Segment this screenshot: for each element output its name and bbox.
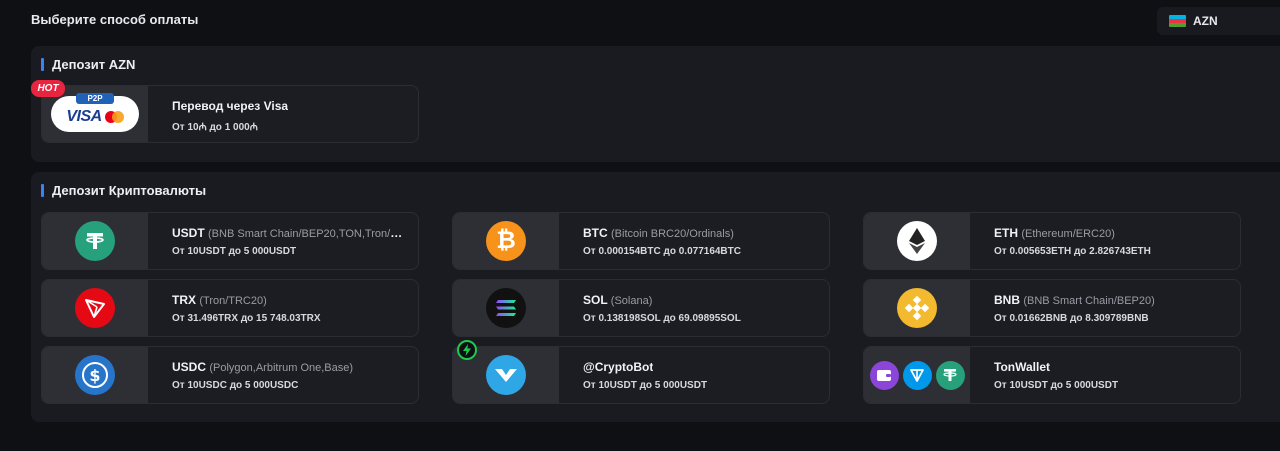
section-marker xyxy=(41,184,44,197)
trx-icon xyxy=(75,288,115,328)
method-name: USDC (Polygon,Arbitrum One,Base) xyxy=(172,360,354,374)
method-name: SOL (Solana) xyxy=(583,293,653,307)
method-icon-zone xyxy=(864,347,970,403)
cryptobot-icon xyxy=(486,355,526,395)
payment-method-sol[interactable]: SOL (Solana) От 0.138198SOL до 69.09895S… xyxy=(452,279,830,337)
method-limits: От 0.138198SOL до 69.09895SOL xyxy=(583,313,741,324)
method-name: @CryptoBot xyxy=(583,360,654,374)
payment-method-bnb[interactable]: BNB (BNB Smart Chain/BEP20) От 0.01662BN… xyxy=(863,279,1241,337)
method-name: TRX (Tron/TRC20) xyxy=(172,293,267,307)
section-marker xyxy=(41,58,44,71)
section-title: Депозит Криптовалюты xyxy=(41,183,206,198)
payment-method-btc[interactable]: ₿ BTC (Bitcoin BRC20/Ordinals) От 0.0001… xyxy=(452,212,830,270)
method-limits: От 0.000154BTC до 0.077164BTC xyxy=(583,246,741,257)
mastercard-icon xyxy=(104,111,124,123)
method-icon-zone xyxy=(864,213,970,269)
ton-icon xyxy=(902,360,932,390)
method-icon-zone xyxy=(42,280,148,336)
method-limits: От 0.005653ETH до 2.826743ETH xyxy=(994,246,1151,257)
section-title: Депозит AZN xyxy=(41,57,135,72)
usdc-icon: $ xyxy=(75,355,115,395)
bnb-icon xyxy=(897,288,937,328)
method-limits: От 10₼ до 1 000₼ xyxy=(172,122,258,133)
method-name: BNB (BNB Smart Chain/BEP20) xyxy=(994,293,1155,307)
usdt-icon xyxy=(75,221,115,261)
method-icon-zone xyxy=(42,213,148,269)
lightning-icon xyxy=(457,340,477,360)
payment-method-visa[interactable]: HOT P2P VISA Перевод через Visa От 10₼ д… xyxy=(31,80,419,143)
svg-text:$: $ xyxy=(89,366,100,385)
usdt-small-icon xyxy=(935,360,965,390)
method-limits: От 0.01662BNB до 8.309789BNB xyxy=(994,313,1149,324)
visa-mastercard-logo-icon: P2P VISA xyxy=(51,93,139,132)
currency-label: AZN xyxy=(1193,14,1218,28)
section-title-text: Депозит Криптовалюты xyxy=(52,183,207,198)
tonwallet-icons xyxy=(869,360,965,390)
method-name: TonWallet xyxy=(994,360,1050,374)
wallet-icon xyxy=(869,360,899,390)
method-limits: От 31.496TRX до 15 748.03TRX xyxy=(172,313,321,324)
visa-logo-text: VISA xyxy=(66,108,102,125)
method-name: USDT (BNB Smart Chain/BEP20,TON,Tron/TRC… xyxy=(172,226,408,240)
page-title: Выберите способ оплаты xyxy=(31,12,199,27)
method-limits: От 10USDT до 5 000USDT xyxy=(994,380,1119,391)
method-icon-zone xyxy=(864,280,970,336)
method-limits: От 10USDT до 5 000USDT xyxy=(172,246,297,257)
method-name: BTC (Bitcoin BRC20/Ordinals) xyxy=(583,226,734,240)
payment-method-usdt[interactable]: USDT (BNB Smart Chain/BEP20,TON,Tron/TRC… xyxy=(41,212,419,270)
section-title-text: Депозит AZN xyxy=(52,57,136,72)
method-icon-zone xyxy=(453,280,559,336)
payment-method-tonwallet[interactable]: TonWallet От 10USDT до 5 000USDT xyxy=(863,346,1241,404)
eth-icon xyxy=(897,221,937,261)
crypto-deposit-section: Депозит Криптовалюты USDT (BNB Smart Cha… xyxy=(31,172,1280,422)
payment-method-eth[interactable]: ETH (Ethereum/ERC20) От 0.005653ETH до 2… xyxy=(863,212,1241,270)
p2p-tag: P2P xyxy=(76,93,114,104)
payment-method-cryptobot[interactable]: @CryptoBot От 10USDT до 5 000USDT xyxy=(452,340,830,404)
btc-icon: ₿ xyxy=(486,221,526,261)
method-limits: От 10USDC до 5 000USDC xyxy=(172,380,299,391)
currency-select[interactable]: AZN xyxy=(1157,7,1280,35)
payment-method-usdc[interactable]: $ USDC (Polygon,Arbitrum One,Base) От 10… xyxy=(41,346,419,404)
azerbaijan-flag-icon xyxy=(1169,15,1186,27)
method-icon-zone: ₿ xyxy=(453,213,559,269)
sol-icon xyxy=(486,288,526,328)
azn-deposit-section: Депозит AZN HOT P2P VISA Перевод через V… xyxy=(31,46,1280,162)
method-name: ETH (Ethereum/ERC20) xyxy=(994,226,1115,240)
method-icon-zone: $ xyxy=(42,347,148,403)
hot-badge: HOT xyxy=(31,80,65,97)
method-name: Перевод через Visa xyxy=(172,99,289,113)
payment-method-trx[interactable]: TRX (Tron/TRC20) От 31.496TRX до 15 748.… xyxy=(41,279,419,337)
method-limits: От 10USDT до 5 000USDT xyxy=(583,380,708,391)
